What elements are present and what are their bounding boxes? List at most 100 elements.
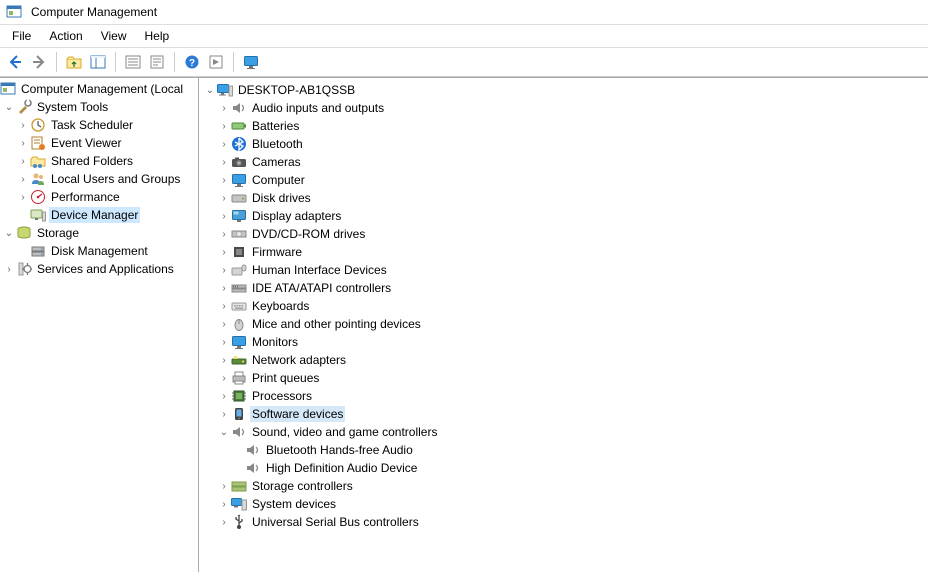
menu-action[interactable]: Action	[41, 27, 90, 45]
cat-monitors[interactable]: ›Monitors	[199, 333, 928, 351]
show-hide-tree-button[interactable]	[87, 51, 109, 73]
action-button[interactable]	[205, 51, 227, 73]
cat-network[interactable]: ›Network adapters	[199, 351, 928, 369]
expander-icon[interactable]: ›	[217, 337, 231, 348]
expander-icon[interactable]: ›	[217, 229, 231, 240]
cat-firmware[interactable]: ›Firmware	[199, 243, 928, 261]
dev-bt-audio[interactable]: Bluetooth Hands-free Audio	[199, 441, 928, 459]
cat-software-devices[interactable]: ›Software devices	[199, 405, 928, 423]
expander-icon[interactable]: ›	[217, 247, 231, 258]
usb-icon	[231, 514, 247, 530]
expander-icon[interactable]: ›	[16, 156, 30, 167]
tree-device-manager[interactable]: › Device Manager	[0, 206, 198, 224]
cat-storage-controllers[interactable]: ›Storage controllers	[199, 477, 928, 495]
speaker-icon	[231, 424, 247, 440]
cat-bluetooth[interactable]: › Bluetooth	[199, 135, 928, 153]
expander-icon[interactable]: ›	[217, 121, 231, 132]
tree-services-apps[interactable]: › Services and Applications	[0, 260, 198, 278]
cpu-icon	[231, 388, 247, 404]
expander-icon[interactable]: ›	[217, 301, 231, 312]
expander-icon[interactable]: ›	[217, 319, 231, 330]
speaker-icon	[231, 100, 247, 116]
tree-storage[interactable]: ⌄ Storage	[0, 224, 198, 242]
hid-icon	[231, 262, 247, 278]
expander-icon[interactable]: ⌄	[217, 427, 231, 438]
tree-disk-management[interactable]: › Disk Management	[0, 242, 198, 260]
forward-button[interactable]	[28, 51, 50, 73]
battery-icon	[231, 118, 247, 134]
cat-dvd[interactable]: ›DVD/CD-ROM drives	[199, 225, 928, 243]
expander-icon[interactable]: ›	[217, 283, 231, 294]
expander-icon[interactable]: ›	[217, 481, 231, 492]
expander-icon[interactable]: ›	[217, 499, 231, 510]
expander-icon[interactable]: ›	[217, 409, 231, 420]
tree-root[interactable]: Computer Management (Local	[0, 80, 198, 98]
expander-icon[interactable]: ›	[217, 157, 231, 168]
tree-system-tools[interactable]: ⌄ System Tools	[0, 98, 198, 116]
device-label: System devices	[250, 496, 338, 512]
menu-view[interactable]: View	[93, 27, 135, 45]
list-button[interactable]	[122, 51, 144, 73]
cat-display-adapters[interactable]: ›Display adapters	[199, 207, 928, 225]
expander-icon[interactable]: ›	[217, 139, 231, 150]
expander-icon[interactable]: ›	[16, 120, 30, 131]
expander-icon[interactable]: ›	[217, 265, 231, 276]
cat-batteries[interactable]: › Batteries	[199, 117, 928, 135]
device-label: Batteries	[250, 118, 301, 134]
cat-cameras[interactable]: ›Cameras	[199, 153, 928, 171]
tree-performance[interactable]: › Performance	[0, 188, 198, 206]
spacer: ›	[16, 210, 30, 221]
expander-icon[interactable]: ›	[217, 373, 231, 384]
cat-print-queues[interactable]: ›Print queues	[199, 369, 928, 387]
app-icon	[6, 4, 22, 20]
menu-file[interactable]: File	[4, 27, 39, 45]
display-adapter-icon	[231, 208, 247, 224]
expander-icon[interactable]: ›	[16, 138, 30, 149]
cat-hid[interactable]: ›Human Interface Devices	[199, 261, 928, 279]
toolbar-separator	[115, 52, 116, 72]
cat-sound-video-game[interactable]: ⌄Sound, video and game controllers	[199, 423, 928, 441]
device-label: Bluetooth	[250, 136, 305, 152]
expander-icon[interactable]: ›	[2, 264, 16, 275]
device-label: High Definition Audio Device	[264, 460, 419, 476]
cat-system-devices[interactable]: › System devices	[199, 495, 928, 513]
device-root[interactable]: ⌄ DESKTOP-AB1QSSB	[199, 81, 928, 99]
device-label: Processors	[250, 388, 314, 404]
expander-icon[interactable]: ›	[217, 211, 231, 222]
cat-usb[interactable]: ›Universal Serial Bus controllers	[199, 513, 928, 531]
dvd-icon	[231, 226, 247, 242]
device-tree[interactable]: ⌄ DESKTOP-AB1QSSB ›Audio inputs and outp…	[199, 78, 928, 572]
cat-ide[interactable]: ›IDE ATA/ATAPI controllers	[199, 279, 928, 297]
tree-label: Disk Management	[49, 243, 150, 259]
expander-icon[interactable]: ›	[217, 355, 231, 366]
expander-icon[interactable]: ›	[217, 193, 231, 204]
expander-icon[interactable]: ›	[16, 192, 30, 203]
cat-disk-drives[interactable]: ›Disk drives	[199, 189, 928, 207]
menu-help[interactable]: Help	[137, 27, 178, 45]
expander-icon[interactable]: ›	[217, 175, 231, 186]
tree-task-scheduler[interactable]: › Task Scheduler	[0, 116, 198, 134]
expander-icon[interactable]: ›	[217, 391, 231, 402]
expander-icon[interactable]: ⌄	[2, 102, 16, 113]
cat-audio-io[interactable]: ›Audio inputs and outputs	[199, 99, 928, 117]
expander-icon[interactable]: ›	[16, 174, 30, 185]
tree-shared-folders[interactable]: › Shared Folders	[0, 152, 198, 170]
up-button[interactable]	[63, 51, 85, 73]
expander-icon[interactable]: ⌄	[2, 228, 16, 239]
console-tree[interactable]: Computer Management (Local ⌄ System Tool…	[0, 78, 199, 572]
expander-icon[interactable]: ›	[217, 517, 231, 528]
tree-local-users[interactable]: › Local Users and Groups	[0, 170, 198, 188]
cat-mice[interactable]: ›Mice and other pointing devices	[199, 315, 928, 333]
dev-hd-audio[interactable]: High Definition Audio Device	[199, 459, 928, 477]
cat-keyboards[interactable]: ›Keyboards	[199, 297, 928, 315]
cat-processors[interactable]: › Processors	[199, 387, 928, 405]
help-button[interactable]	[181, 51, 203, 73]
cat-computer[interactable]: ›Computer	[199, 171, 928, 189]
properties-button[interactable]	[146, 51, 168, 73]
view-mode-button[interactable]	[240, 51, 262, 73]
tree-event-viewer[interactable]: › Event Viewer	[0, 134, 198, 152]
expander-icon[interactable]: ›	[217, 103, 231, 114]
system-device-icon	[231, 496, 247, 512]
expander-icon[interactable]: ⌄	[203, 85, 217, 96]
back-button[interactable]	[4, 51, 26, 73]
